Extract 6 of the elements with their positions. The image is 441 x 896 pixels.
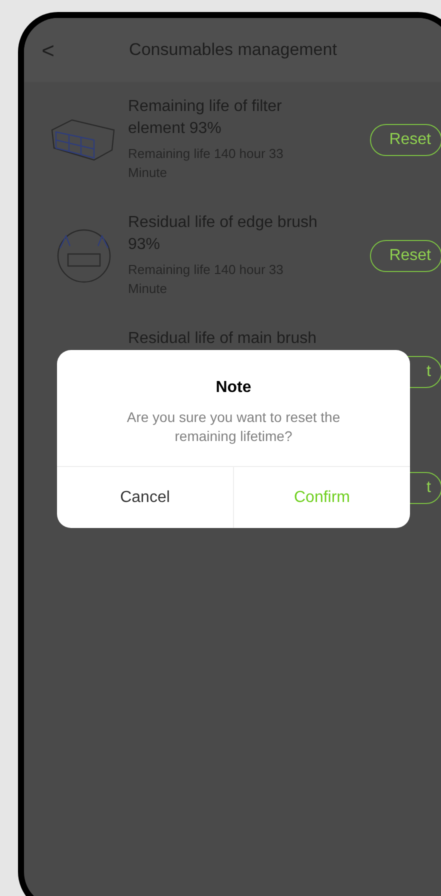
reset-button[interactable]: Reset (370, 124, 441, 156)
dialog-title: Note (214, 378, 252, 398)
robot-brush-icon (56, 228, 112, 284)
reset-button[interactable]: Reset (370, 240, 441, 272)
dialog-message: Are you sure you want to reset the remaining lifetime? (126, 408, 342, 446)
cancel-button[interactable]: Cancel (57, 467, 233, 528)
